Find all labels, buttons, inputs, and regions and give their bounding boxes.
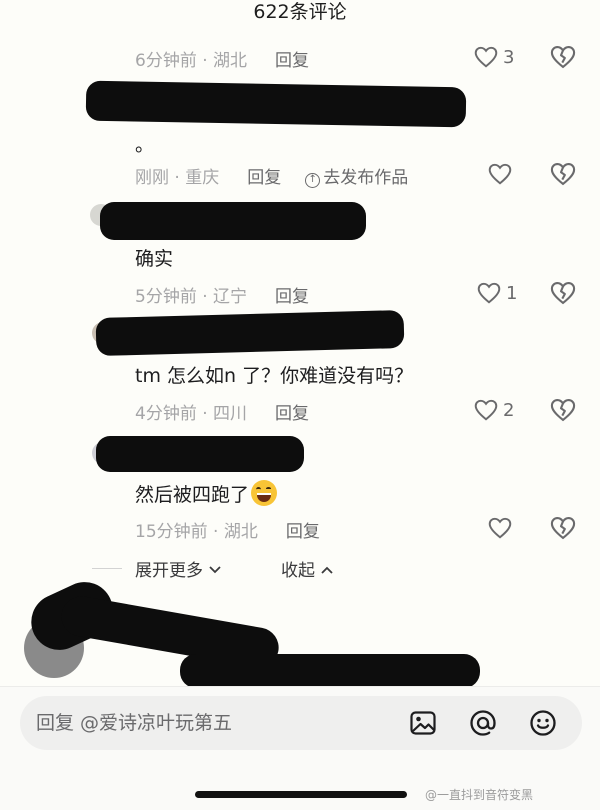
- comment-composer: [20, 696, 582, 750]
- heart-icon: [477, 282, 501, 304]
- comment-text: 确实: [135, 248, 174, 270]
- comment-text: 。: [135, 134, 155, 156]
- publish-work-label: 去发布作品: [323, 168, 409, 188]
- comment-text: 然后被四跑了: [135, 480, 278, 507]
- like-button[interactable]: 2: [473, 396, 514, 424]
- broken-heart-icon: [550, 282, 576, 305]
- reply-button[interactable]: 回复: [247, 168, 281, 188]
- redacted-comment-text: [180, 654, 480, 688]
- dislike-button[interactable]: [549, 43, 577, 71]
- chevron-down-icon: [209, 566, 222, 574]
- comment-text-content: 然后被四跑了: [135, 484, 250, 506]
- reply-button[interactable]: 回复: [286, 522, 320, 542]
- reply-button[interactable]: 回复: [275, 404, 309, 424]
- expand-more-button[interactable]: 展开更多: [135, 556, 222, 581]
- collapse-button[interactable]: 收起: [281, 556, 334, 581]
- comment-time-location: 5分钟前 · 辽宁: [135, 287, 248, 307]
- like-button[interactable]: 3: [473, 43, 514, 71]
- heart-icon: [488, 517, 512, 539]
- smiley-icon: [530, 710, 556, 736]
- redacted-username: [100, 202, 366, 240]
- expand-more-label: 展开更多: [135, 561, 203, 581]
- broken-heart-icon: [550, 399, 576, 422]
- dislike-button[interactable]: [549, 396, 577, 424]
- watermark: @一直抖到音符变黑: [425, 788, 534, 802]
- heart-icon: [474, 46, 498, 68]
- at-icon: [470, 710, 496, 736]
- redacted-username: [96, 436, 304, 472]
- dislike-button[interactable]: [549, 160, 577, 188]
- broken-heart-icon: [550, 163, 576, 186]
- comment-meta: 6分钟前 · 湖北 回复: [135, 46, 309, 71]
- reply-input[interactable]: [36, 708, 396, 738]
- like-button[interactable]: [487, 514, 513, 542]
- heart-icon: [488, 163, 512, 185]
- like-button[interactable]: [487, 160, 513, 188]
- comment-time-location: 15分钟前 · 湖北: [135, 522, 258, 542]
- redacted-username: [85, 80, 467, 128]
- dislike-button[interactable]: [549, 279, 577, 307]
- like-count: 1: [506, 282, 518, 304]
- comment-text: tm 怎么如n 了？你难道没有吗？: [135, 365, 414, 387]
- like-count: 3: [503, 46, 515, 68]
- image-icon: [410, 711, 436, 735]
- comment-time-location: 刚刚 · 重庆: [135, 168, 220, 188]
- comment-list: 6分钟前 · 湖北 回复 3 。 刚刚 · 重庆 回复 ↑ 去发布作品 确实 5分钟前 …: [0, 0, 600, 700]
- comment-meta: 5分钟前 · 辽宁 回复: [135, 282, 309, 307]
- image-button[interactable]: [408, 708, 438, 738]
- broken-heart-icon: [550, 517, 576, 540]
- comment-meta: 刚刚 · 重庆 回复 ↑ 去发布作品: [135, 163, 408, 188]
- comment-meta: 15分钟前 · 湖北 回复: [135, 517, 320, 542]
- publish-work-link[interactable]: ↑ 去发布作品: [305, 168, 408, 188]
- thread-controls: 展开更多 收起: [0, 556, 600, 582]
- reply-button[interactable]: 回复: [275, 287, 309, 307]
- dislike-button[interactable]: [549, 514, 577, 542]
- upload-icon: ↑: [305, 173, 321, 188]
- reply-button[interactable]: 回复: [275, 51, 309, 71]
- emoji-button[interactable]: [528, 708, 558, 738]
- collapse-label: 收起: [281, 561, 315, 581]
- mention-button[interactable]: [468, 708, 498, 738]
- chevron-up-icon: [321, 566, 334, 574]
- comment-time-location: 6分钟前 · 湖北: [135, 51, 248, 71]
- divider: [92, 568, 122, 569]
- comment-meta: 4分钟前 · 四川 回复: [135, 399, 309, 424]
- broken-heart-icon: [550, 46, 576, 69]
- like-button[interactable]: 1: [476, 279, 517, 307]
- redacted-username: [95, 309, 405, 357]
- home-indicator[interactable]: [195, 791, 407, 798]
- grinning-sweat-emoji-icon: [251, 480, 278, 506]
- like-count: 2: [503, 399, 515, 421]
- heart-icon: [474, 399, 498, 421]
- comment-time-location: 4分钟前 · 四川: [135, 404, 248, 424]
